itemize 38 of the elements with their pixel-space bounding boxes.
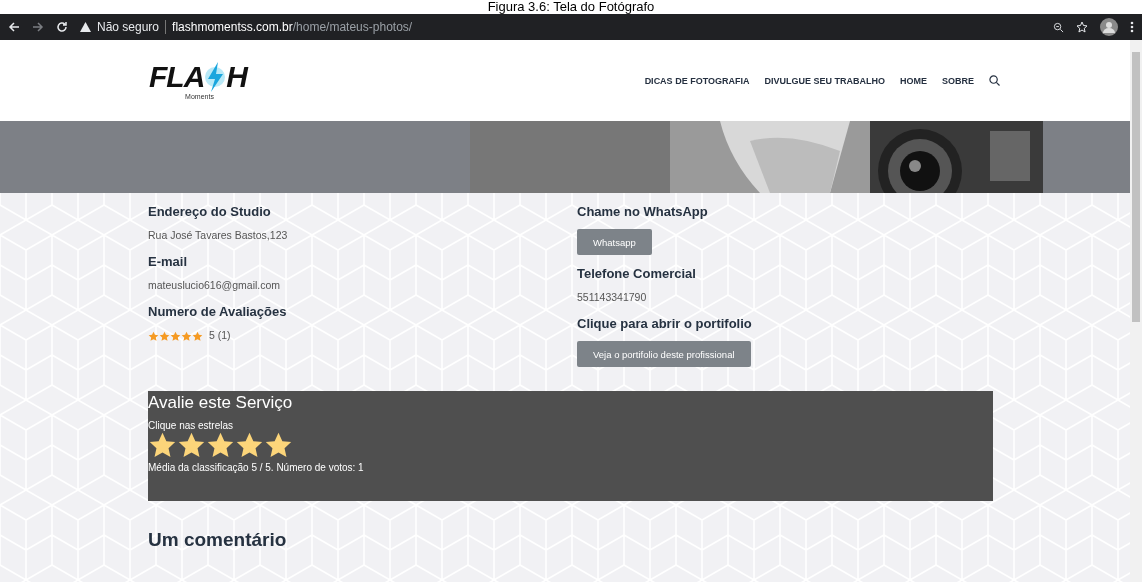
section-heading: E-mail (148, 252, 188, 271)
section-heading: Numero de Avaliações (148, 302, 288, 321)
figure-caption: Figura 3.6: Tela do Fotógrafo (486, 0, 656, 14)
forward-icon[interactable] (32, 21, 44, 33)
info-text: 551143341790 (577, 291, 648, 305)
reload-icon[interactable] (56, 21, 68, 33)
nav-link[interactable]: SOBRE (942, 75, 974, 86)
menu-icon[interactable] (1130, 21, 1134, 33)
panel-hint: Clique nas estrelas (148, 420, 235, 431)
star-icon (181, 330, 192, 342)
rating-summary: Média da classificação 5 / 5. Número de votos: 1 (148, 462, 365, 473)
star-icon (148, 330, 159, 342)
info-text: Rua José Tavares Bastos,123 (148, 229, 289, 243)
comments-heading: Um comentário (148, 529, 288, 551)
star-icon (170, 330, 181, 342)
section-heading: Clique para abrir o portifolio (577, 314, 753, 333)
section-heading: Endereço do Studio (148, 202, 272, 221)
action-button[interactable]: Veja o portifolio deste profissional (577, 341, 751, 367)
nav-link[interactable]: DICAS DE FOTOGRAFIA (644, 75, 750, 86)
back-icon[interactable] (8, 21, 20, 33)
security-label: Não seguro (97, 20, 160, 34)
panel-title: Avalie este Serviço (148, 392, 294, 414)
scrollbar[interactable] (1130, 40, 1142, 582)
url-text: flashmomentss.com.br/home/mateus-photos/ (172, 20, 413, 34)
star-icon (192, 330, 203, 342)
nav-link[interactable]: DIVULGUE SEU TRABALHO (764, 75, 885, 86)
section-heading: Chame no WhatsApp (577, 202, 709, 221)
rating-text: 5 (1) (209, 329, 231, 343)
warning-icon (80, 22, 91, 32)
avatar-icon[interactable] (1100, 18, 1118, 36)
zoom-icon[interactable] (1053, 21, 1064, 33)
nav-link[interactable]: HOME (900, 75, 927, 86)
info-text: mateuslucio616@gmail.com (148, 279, 282, 293)
star-icon[interactable] (1076, 21, 1088, 33)
section-heading: Telefone Comercial (577, 264, 697, 283)
search-icon[interactable] (989, 75, 1000, 86)
star-icon (159, 330, 170, 342)
action-button[interactable]: Whatsapp (577, 229, 652, 255)
